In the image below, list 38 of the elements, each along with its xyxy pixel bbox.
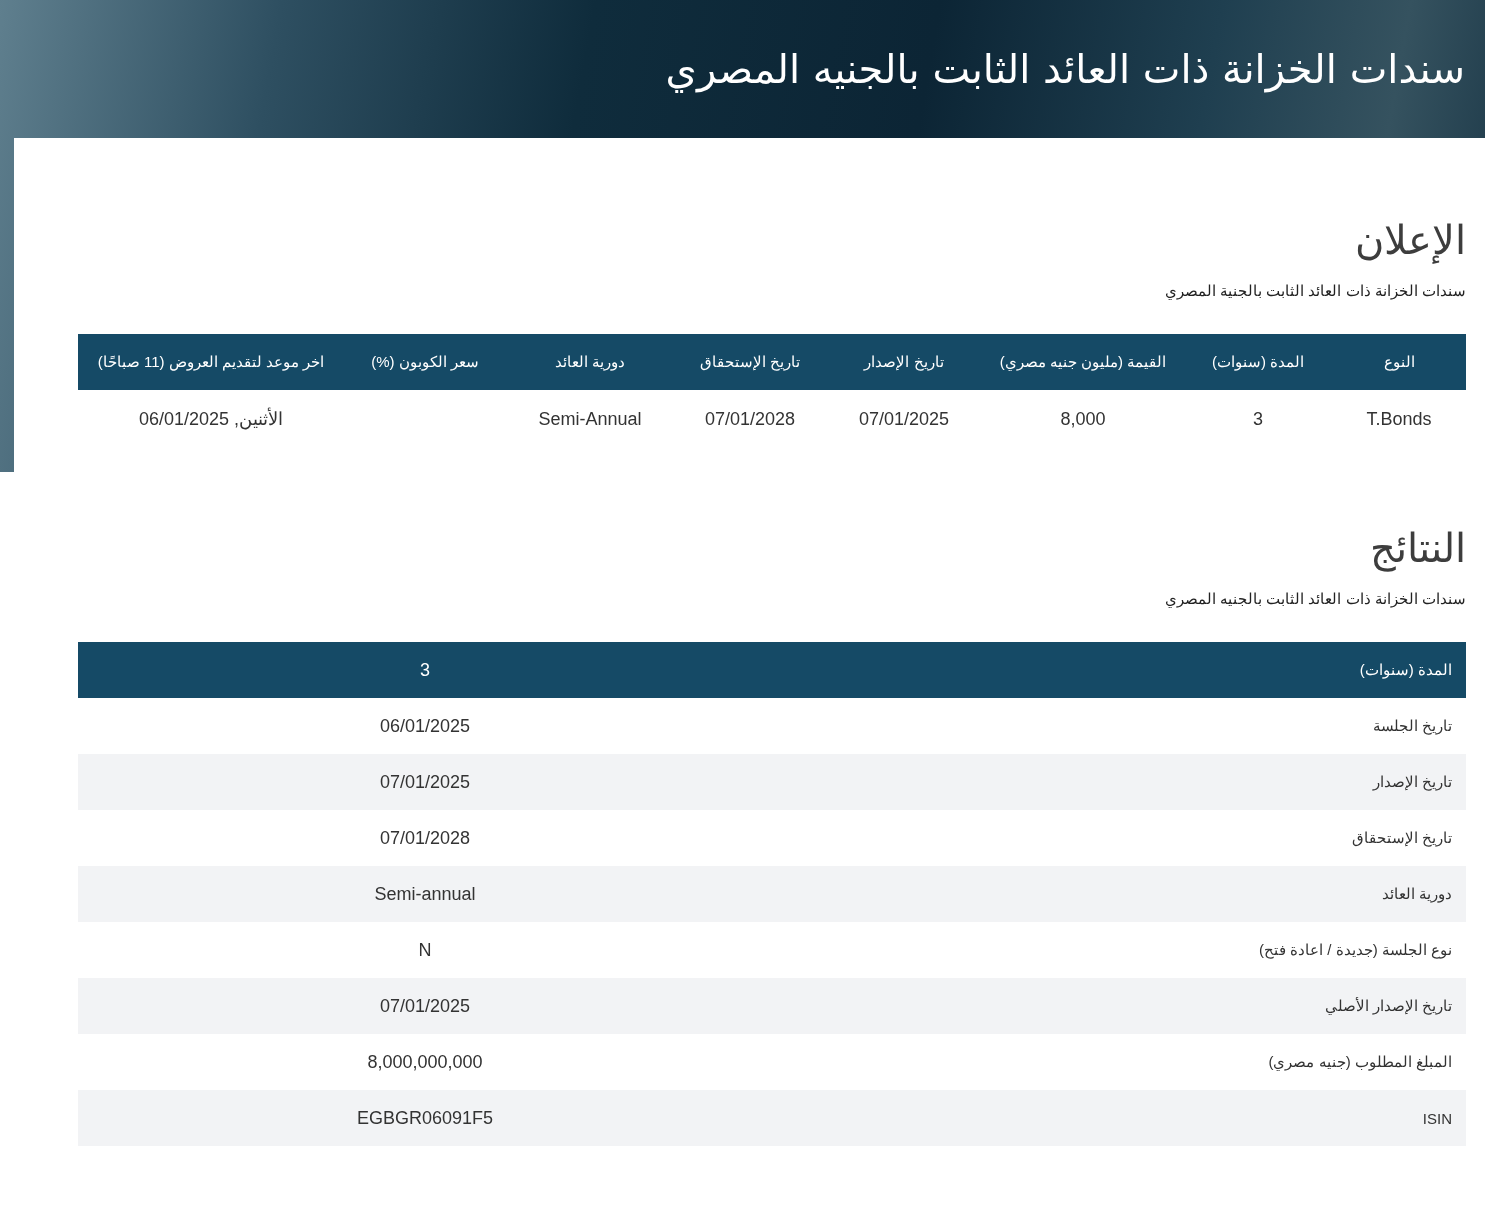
column-header: المدة (سنوات) [772, 642, 1466, 698]
table-cell: 8,000,000,000 [78, 1034, 772, 1090]
table-cell: Semi-Annual [506, 390, 674, 448]
row-label: نوع الجلسة (جديدة / اعادة فتح) [772, 922, 1466, 978]
column-header: القيمة (مليون جنيه مصري) [982, 334, 1184, 390]
section-subtitle: سندات الخزانة ذات العائد الثابت بالجنيه المصري [1164, 590, 1466, 608]
row-label: تاريخ الجلسة [772, 698, 1466, 754]
row-label: تاريخ الإصدار الأصلي [772, 978, 1466, 1034]
row-label: المبلغ المطلوب (جنيه مصري) [772, 1034, 1466, 1090]
column-header: 3 [78, 642, 772, 698]
table-cell: الأثنين, 06/01/2025 [78, 390, 344, 448]
table-cell: 07/01/2028 [674, 390, 826, 448]
column-header: اخر موعد لتقديم العروض (11 صباحًا) [78, 334, 344, 390]
section-heading: الإعلان [1354, 218, 1466, 262]
column-header: تاريخ الإستحقاق [674, 334, 826, 390]
column-header: دورية العائد [506, 334, 674, 390]
table-cell: 07/01/2028 [78, 810, 772, 866]
table-cell: 07/01/2025 [78, 754, 772, 810]
column-header: النوع [1332, 334, 1466, 390]
table-cell: EGBGR06091F5 [78, 1090, 772, 1146]
table-cell: Semi-annual [78, 866, 772, 922]
table-cell: 3 [1184, 390, 1332, 448]
table-cell: 8,000 [982, 390, 1184, 448]
column-header: سعر الكوبون (%) [344, 334, 506, 390]
row-label: تاريخ الإصدار [772, 754, 1466, 810]
row-label: ISIN [772, 1090, 1466, 1146]
table-cell: 06/01/2025 [78, 698, 772, 754]
table-cell: T.Bonds [1332, 390, 1466, 448]
page-title: سندات الخزانة ذات العائد الثابت بالجنيه المصري [665, 46, 1465, 92]
row-label: دورية العائد [772, 866, 1466, 922]
table-cell: 07/01/2025 [826, 390, 982, 448]
section-heading: النتائج [1369, 526, 1466, 570]
section-subtitle: سندات الخزانة ذات العائد الثابت بالجنية المصري [1164, 282, 1466, 300]
table-cell: N [78, 922, 772, 978]
column-header: تاريخ الإصدار [826, 334, 982, 390]
column-header: المدة (سنوات) [1184, 334, 1332, 390]
row-label: تاريخ الإستحقاق [772, 810, 1466, 866]
table-cell: 07/01/2025 [78, 978, 772, 1034]
